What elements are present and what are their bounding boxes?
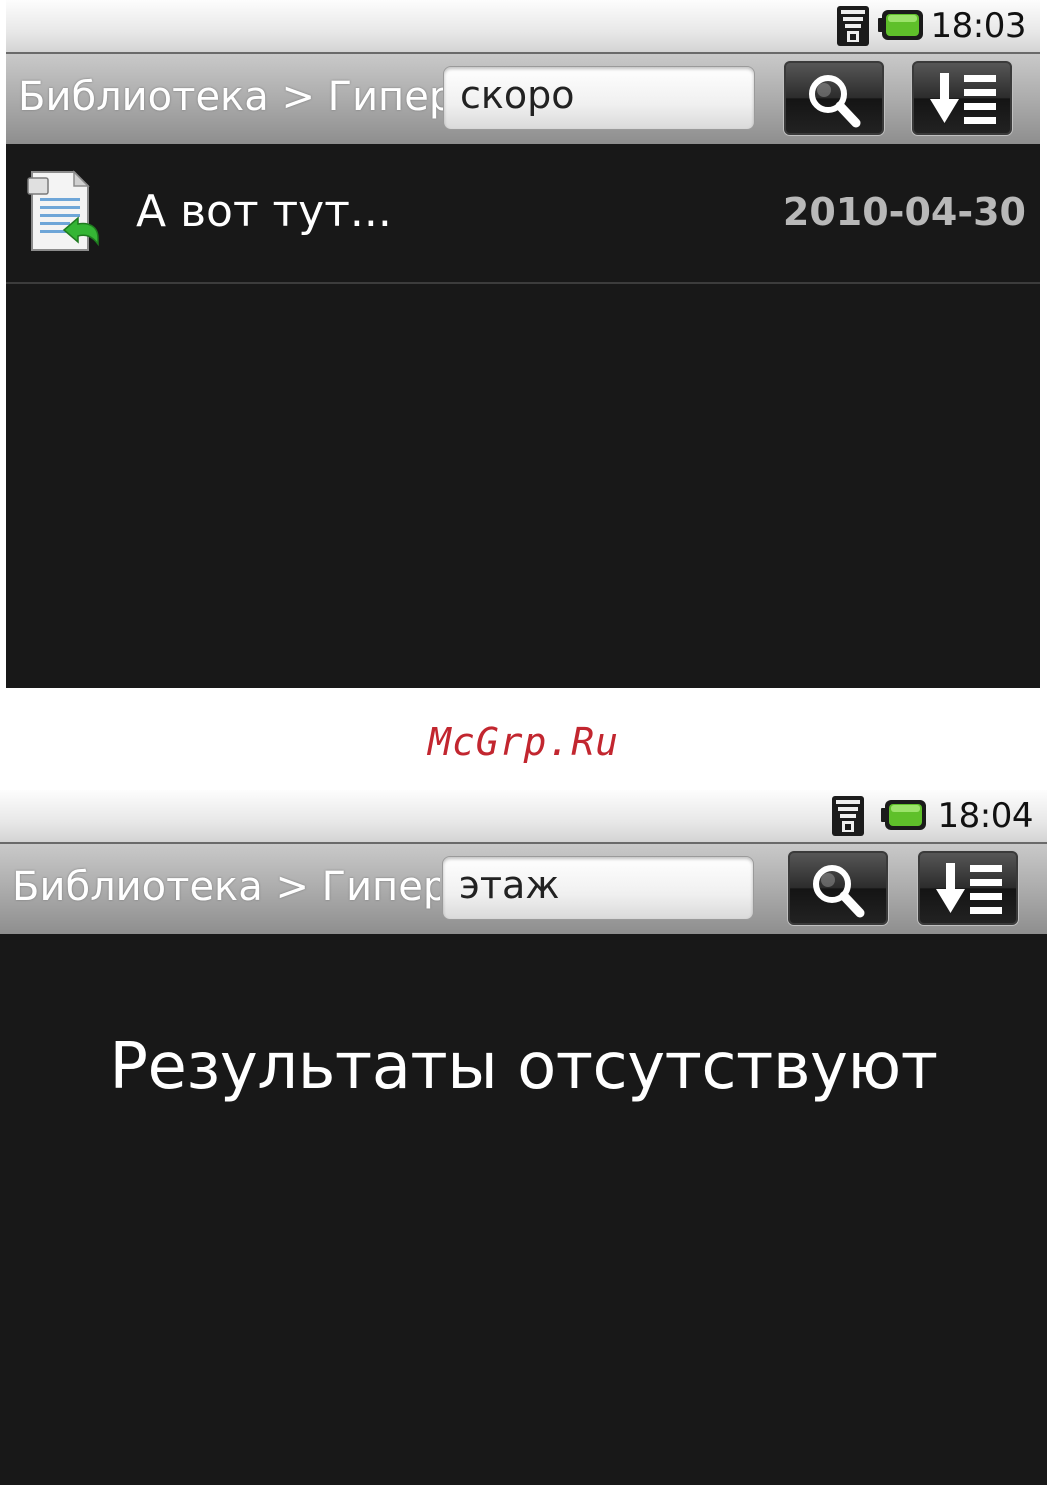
sort-button[interactable] xyxy=(918,851,1018,925)
status-time: 18:03 xyxy=(930,6,1027,46)
search-input[interactable]: скоро xyxy=(443,66,755,130)
screenshot-no-results: 18:04 Библиотека > Гиперс этаж Результат… xyxy=(0,790,1047,1485)
list-item[interactable]: А вот тут... 2010-04-30 xyxy=(6,144,1040,284)
watermark: McGrp.Ru xyxy=(427,720,620,764)
list-item-title: А вот тут... xyxy=(136,186,392,237)
search-button[interactable] xyxy=(784,61,884,135)
sort-icon xyxy=(930,73,996,124)
search-icon xyxy=(809,75,861,128)
sort-icon xyxy=(936,863,1002,914)
wifi-signal-icon xyxy=(832,796,864,836)
battery-icon xyxy=(878,10,923,40)
search-icon xyxy=(813,865,865,918)
status-bar: 18:03 xyxy=(6,0,1040,54)
list-item-date: 2010-04-30 xyxy=(782,190,1026,234)
search-button[interactable] xyxy=(788,851,888,925)
status-bar: 18:04 xyxy=(0,790,1047,844)
search-input[interactable]: этаж xyxy=(442,856,754,920)
search-header: Библиотека > Гиперс этаж xyxy=(0,844,1047,934)
search-header: Библиотека > Гиперс скоро xyxy=(6,54,1040,144)
sort-button[interactable] xyxy=(912,61,1012,135)
battery-icon xyxy=(881,800,926,830)
status-time: 18:04 xyxy=(937,796,1034,836)
breadcrumb[interactable]: Библиотека > Гиперс xyxy=(12,864,440,910)
document-icon xyxy=(27,170,99,251)
wifi-signal-icon xyxy=(837,6,869,46)
empty-results-message: Результаты отсутствуют xyxy=(109,1030,938,1104)
breadcrumb[interactable]: Библиотека > Гиперс xyxy=(18,74,446,120)
screenshot-search-results: 18:03 Библиотека > Гиперс скоро А вот ту… xyxy=(6,0,1040,688)
